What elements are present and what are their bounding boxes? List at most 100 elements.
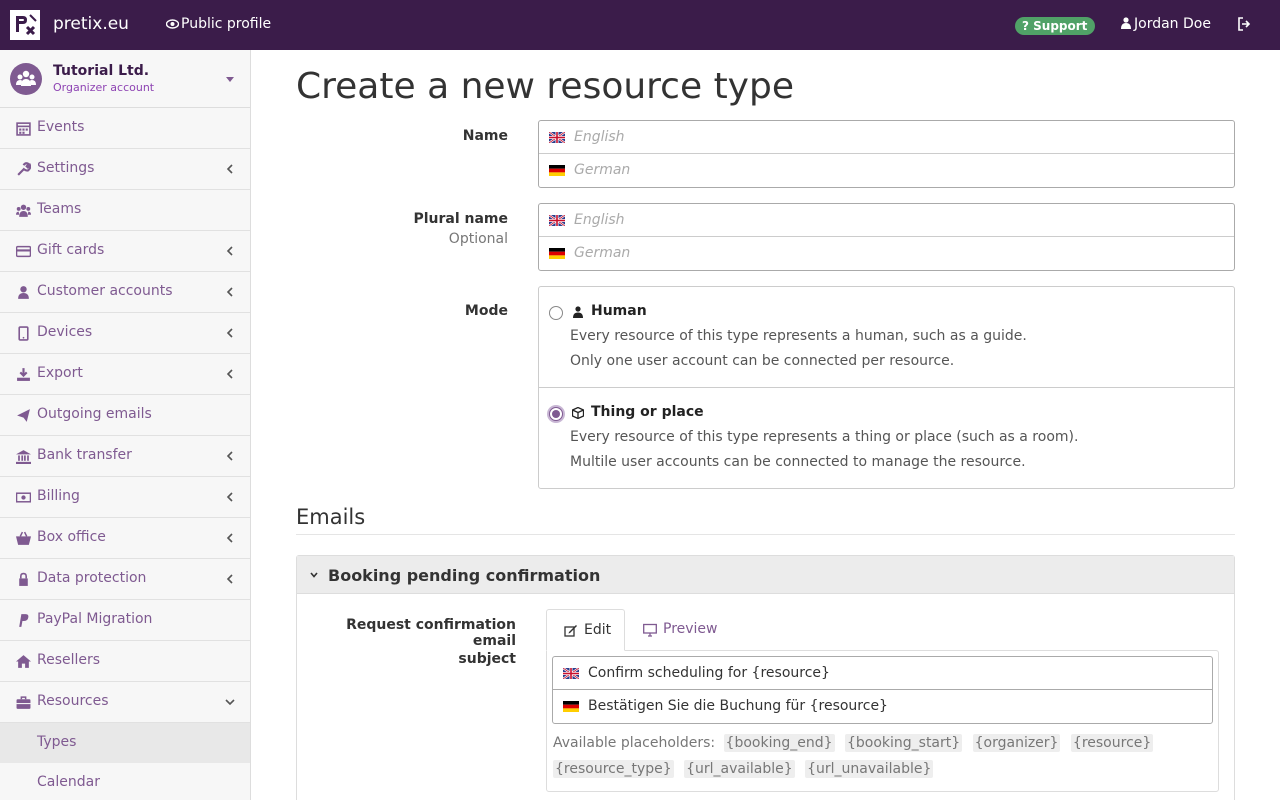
desktop-icon (643, 623, 657, 637)
paypal-icon (19, 614, 29, 627)
sidebar-item-customer-accounts[interactable]: Customer accounts (0, 272, 250, 313)
mode-option-human[interactable]: Human Every resource of this type repres… (539, 287, 1234, 388)
sidebar-item-label: Settings (37, 160, 95, 176)
subject-english-input[interactable]: Confirm scheduling for {resource} (553, 657, 1212, 690)
public-profile-link[interactable]: Public profile (165, 16, 272, 32)
sidebar-item-label: Resources (37, 693, 109, 709)
subject-label-line-1: Request confirmation email (346, 617, 516, 649)
placeholder-chip[interactable]: {resource} (1070, 734, 1154, 752)
name-english-input[interactable]: English (539, 121, 1234, 154)
subject-i18n-group: Confirm scheduling for {resource} Bestät… (552, 656, 1213, 724)
organizer-avatar (10, 63, 42, 95)
sidebar-item-label: Events (37, 119, 85, 135)
placeholder-chip[interactable]: {booking_start} (844, 734, 963, 752)
organizer-switcher[interactable]: Tutorial Ltd. Organizer account (0, 50, 250, 108)
sidebar-item-label: Devices (37, 324, 93, 340)
plural-german-input[interactable]: German (539, 237, 1234, 270)
chevron-left-icon (226, 246, 233, 256)
sidebar-item-paypal-migration[interactable]: PayPal Migration (0, 600, 250, 641)
mode-thing-desc: Every resource of this type represents a… (570, 429, 1079, 445)
sidebar-subitem-label: Calendar (37, 774, 100, 790)
sidebar-item-resources[interactable]: Resources (0, 682, 250, 723)
support-badge[interactable]: ? Support (1015, 17, 1096, 35)
uk-flag-icon (563, 668, 579, 679)
subject-label: Request confirmation email subject (300, 617, 516, 667)
sidebar-item-settings[interactable]: Settings (0, 149, 250, 190)
users-icon (16, 204, 31, 217)
de-flag-icon (549, 165, 565, 176)
sidebar: Tutorial Ltd. Organizer account Events S… (0, 50, 251, 800)
placeholder-chip[interactable]: {resource_type} (553, 760, 674, 778)
name-i18n-group: English German (538, 120, 1235, 188)
home-icon (16, 655, 31, 668)
mode-thing-desc-2: Multile user accounts can be connected t… (570, 454, 1026, 470)
mode-radio-group: Human Every resource of this type repres… (538, 286, 1235, 489)
plural-name-label: Plural name (413, 211, 508, 227)
placeholder-chip[interactable]: {url_available} (684, 760, 795, 778)
placeholder-chip[interactable]: {booking_end} (723, 734, 835, 752)
mode-label: Mode (464, 303, 508, 319)
german-placeholder: German (574, 245, 631, 261)
sidebar-item-label: Export (37, 365, 83, 381)
mode-thing-radio[interactable] (549, 407, 563, 421)
sidebar-subitem-label: Types (37, 734, 77, 750)
subject-label-line-2: subject (458, 651, 516, 667)
name-label: Name (462, 128, 508, 144)
plural-english-input[interactable]: English (539, 204, 1234, 237)
uk-flag-icon (549, 132, 565, 143)
uk-flag-icon (549, 215, 565, 226)
user-icon (1121, 17, 1131, 29)
german-placeholder: German (574, 162, 631, 178)
panel-title: Booking pending confirmation (328, 566, 601, 585)
bank-icon (16, 450, 31, 464)
name-german-input[interactable]: German (539, 154, 1234, 187)
placeholder-chip[interactable]: {organizer} (972, 734, 1061, 752)
sidebar-item-bank-transfer[interactable]: Bank transfer (0, 436, 250, 477)
page-title: Create a new resource type (296, 66, 794, 107)
panel-header[interactable]: Booking pending confirmation (297, 556, 1234, 594)
chevron-left-icon (226, 287, 233, 297)
sidebar-item-devices[interactable]: Devices (0, 313, 250, 354)
mode-human-desc-2: Only one user account can be connected p… (570, 353, 955, 369)
mode-option-thing[interactable]: Thing or place Every resource of this ty… (539, 388, 1234, 488)
briefcase-icon (16, 696, 31, 709)
tab-edit-label: Edit (584, 622, 612, 638)
brand-name[interactable]: pretix.eu (53, 14, 129, 34)
chevron-left-icon (226, 533, 233, 543)
subject-english-value: Confirm scheduling for {resource} (588, 665, 830, 681)
sidebar-item-label: Billing (37, 488, 80, 504)
calendar-icon (16, 122, 31, 136)
chevron-left-icon (226, 328, 233, 338)
sidebar-item-export[interactable]: Export (0, 354, 250, 395)
sidebar-item-events[interactable]: Events (0, 108, 250, 149)
logout-icon[interactable] (1237, 17, 1251, 31)
user-menu[interactable]: Jordan Doe (1121, 16, 1211, 32)
sidebar-item-teams[interactable]: Teams (0, 190, 250, 231)
sidebar-item-resellers[interactable]: Resellers (0, 641, 250, 682)
sidebar-item-label: Box office (37, 529, 106, 545)
chevron-left-icon (226, 574, 233, 584)
sidebar-item-gift-cards[interactable]: Gift cards (0, 231, 250, 272)
download-icon (17, 368, 30, 381)
placeholder-chip[interactable]: {url_unavailable} (805, 760, 934, 778)
mode-human-radio[interactable] (549, 306, 563, 320)
sidebar-item-label: PayPal Migration (37, 611, 153, 627)
sidebar-item-data-protection[interactable]: Data protection (0, 559, 250, 600)
caret-down-icon (226, 77, 234, 82)
tab-preview[interactable]: Preview (626, 609, 726, 651)
sidebar-subitem-calendar[interactable]: Calendar (0, 763, 250, 800)
sidebar-item-billing[interactable]: Billing (0, 477, 250, 518)
subject-german-value: Bestätigen Sie die Buchung für {resource… (588, 698, 888, 714)
sidebar-item-outgoing-emails[interactable]: Outgoing emails (0, 395, 250, 436)
sidebar-item-label: Gift cards (37, 242, 105, 258)
mode-thing-title: Thing or place (591, 404, 704, 420)
pretix-logo[interactable] (10, 10, 40, 40)
support-label: Support (1033, 19, 1088, 33)
public-profile-label: Public profile (181, 16, 272, 32)
subject-german-input[interactable]: Bestätigen Sie die Buchung für {resource… (553, 690, 1212, 723)
cube-icon (572, 407, 584, 419)
sidebar-subitem-types[interactable]: Types (0, 723, 250, 763)
sidebar-item-box-office[interactable]: Box office (0, 518, 250, 559)
mode-human-desc: Every resource of this type represents a… (570, 328, 1027, 344)
tab-edit[interactable]: Edit (546, 609, 625, 651)
